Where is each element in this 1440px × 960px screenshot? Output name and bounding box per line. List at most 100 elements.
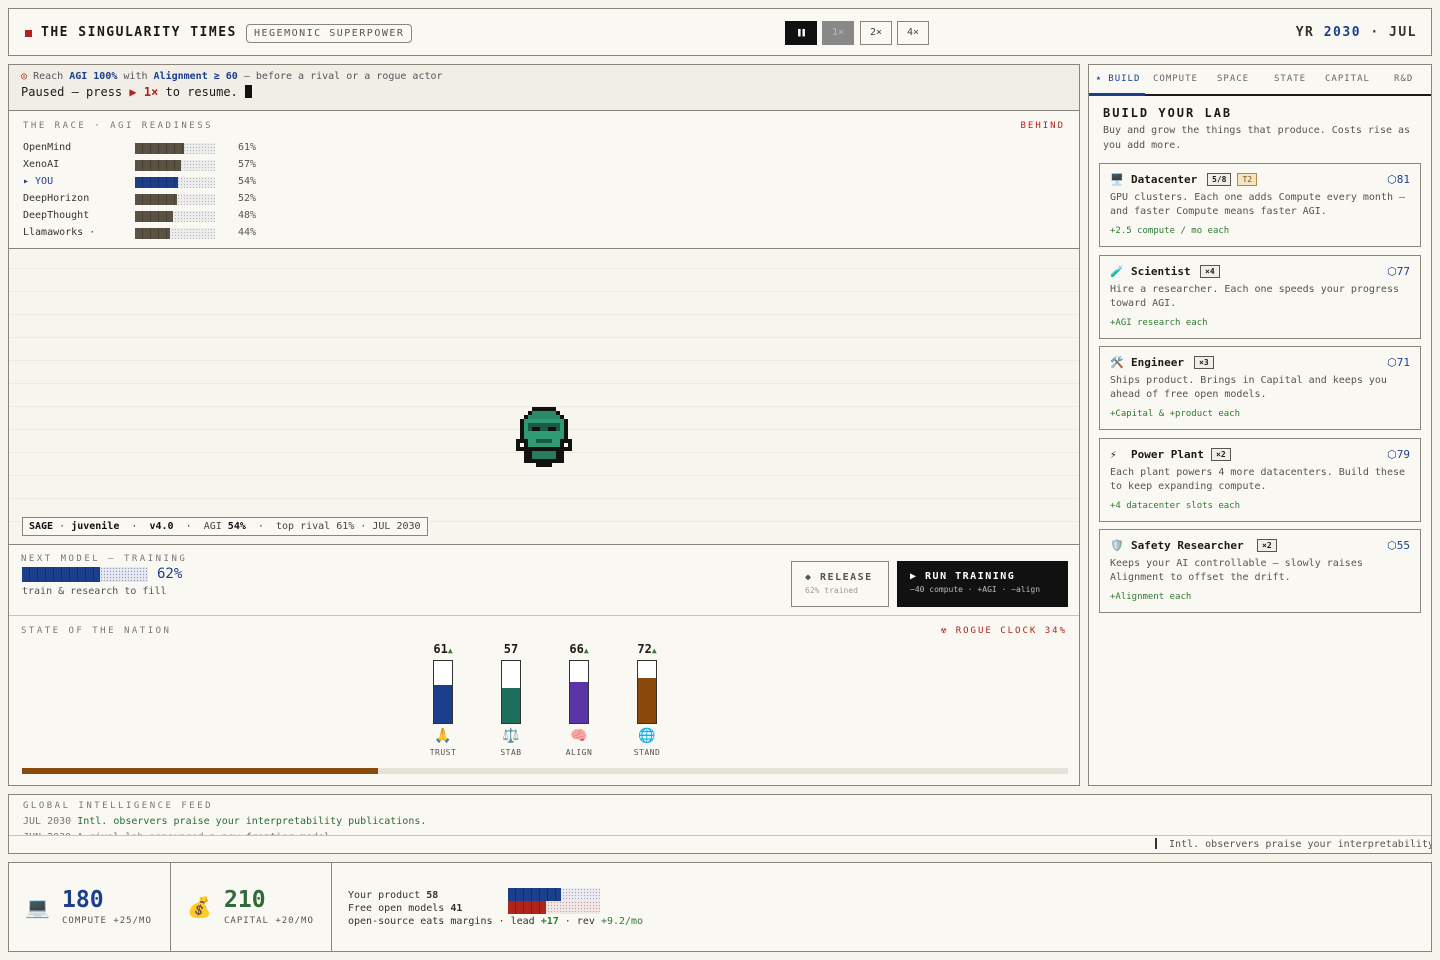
separator: · bbox=[179, 521, 198, 532]
gauge-tube bbox=[433, 660, 453, 724]
objective-word: with bbox=[123, 71, 148, 82]
speed-1x-button[interactable]: 1× bbox=[822, 21, 854, 45]
card-cost[interactable]: ⬡81 bbox=[1387, 173, 1410, 186]
model-version: v4.0 bbox=[149, 521, 174, 532]
gauge-fill bbox=[570, 682, 588, 723]
race-row-percent: 61% bbox=[238, 142, 257, 153]
release-button[interactable]: ◆ RELEASE 62% trained bbox=[791, 561, 889, 607]
build-card-power-plant[interactable]: ⚡ Power Plant ×2 ⬡79 Each plant powers 4 mor… bbox=[1099, 437, 1421, 522]
market-share-bars bbox=[508, 888, 600, 914]
open-models-value: 41 bbox=[450, 903, 463, 914]
race-title: THE RACE · AGI READINESS bbox=[23, 121, 214, 131]
revenue-value: +9.2/mo bbox=[600, 916, 644, 927]
feed-item-message: Intl. observers praise your interpretabi… bbox=[77, 816, 427, 827]
race-row-fill bbox=[135, 228, 171, 239]
training-progress-bar bbox=[22, 567, 148, 582]
card-description: Ships product. Brings in Capital and kee… bbox=[1110, 375, 1387, 400]
news-ticker: Intl. observers praise your interpretabi… bbox=[1155, 838, 1431, 850]
sidebar-title: BUILD YOUR LAB bbox=[1103, 106, 1233, 120]
paused-key: ▶ 1× bbox=[129, 85, 159, 99]
tab-compute[interactable]: COMPUTE bbox=[1153, 74, 1198, 84]
feed-divider bbox=[9, 835, 1431, 836]
header: THE SINGULARITY TIMES HEGEMONIC SUPERPOW… bbox=[8, 8, 1432, 56]
gauge-number: 61 bbox=[433, 642, 448, 656]
race-row-name: ▸ YOU bbox=[23, 176, 54, 187]
gauge-label: STAND bbox=[633, 748, 661, 757]
trust-icon: 🙏 bbox=[434, 728, 452, 744]
engineer-icon: 🛠️ bbox=[1110, 356, 1124, 369]
gauge-value: 66▲ bbox=[559, 642, 599, 656]
race-row-name: DeepThought bbox=[23, 210, 90, 221]
capital-stat: 💰 210 CAPITAL +20/MO bbox=[171, 863, 332, 951]
race-row-bar bbox=[135, 143, 215, 154]
lead-label: lead bbox=[510, 916, 535, 927]
text-cursor bbox=[245, 85, 253, 98]
date-prefix: YR bbox=[1295, 25, 1315, 40]
card-name: Engineer bbox=[1131, 356, 1184, 369]
card-name: Power Plant bbox=[1131, 447, 1204, 461]
logo-icon bbox=[25, 30, 32, 37]
card-tier-badge: T2 bbox=[1237, 173, 1258, 186]
run-training-button[interactable]: ▶ RUN TRAINING −40 compute · +AGI · −ali… bbox=[897, 561, 1068, 607]
model-name: SAGE bbox=[29, 521, 54, 532]
race-status: BEHIND bbox=[1020, 121, 1065, 131]
gauge-fill bbox=[434, 685, 452, 723]
compute-stat: 💻 180 COMPUTE +25/MO bbox=[9, 863, 171, 951]
tab-build[interactable]: ⭑ BUILD bbox=[1096, 74, 1140, 84]
card-badges: ×2 bbox=[1257, 539, 1277, 552]
separator: · bbox=[59, 521, 66, 532]
capital-value: 210 bbox=[224, 887, 266, 913]
card-cost[interactable]: ⬡55 bbox=[1387, 539, 1410, 552]
product-label: Your product bbox=[348, 890, 421, 901]
objective-word: — before a rival or a rogue actor bbox=[243, 71, 443, 82]
card-description: Keeps your AI controllable — slowly rais… bbox=[1110, 558, 1363, 583]
card-badges: 5/8 T2 bbox=[1207, 173, 1258, 186]
year-progress-fill bbox=[22, 768, 378, 774]
card-cost[interactable]: ⬡71 bbox=[1387, 356, 1410, 369]
card-count-badge: ×2 bbox=[1257, 539, 1277, 552]
tab-r&d[interactable]: R&D bbox=[1394, 74, 1413, 84]
compute-label: COMPUTE +25/MO bbox=[62, 916, 152, 926]
tab-state[interactable]: STATE bbox=[1274, 74, 1306, 84]
run-training-label: ▶ RUN TRAINING bbox=[910, 571, 1016, 582]
race-row: OpenMind 61% bbox=[23, 140, 423, 156]
gauge-tube bbox=[501, 660, 521, 724]
card-cost[interactable]: ⬡79 bbox=[1387, 448, 1410, 461]
sage-sprite-icon[interactable] bbox=[516, 407, 572, 471]
tab-bar: ⭑ BUILD COMPUTE SPACE STATE CAPITAL R&D bbox=[1089, 65, 1431, 96]
card-badges: ×3 bbox=[1194, 356, 1214, 369]
main-panel: ◎ Reach AGI 100% with Alignment ≥ 60 — b… bbox=[8, 64, 1080, 786]
build-card-datacenter[interactable]: 🖥️ Datacenter 5/8 T2 ⬡81 GPU clusters. Each o… bbox=[1099, 163, 1421, 247]
speed-4x-button[interactable]: 4× bbox=[897, 21, 929, 45]
race-row: DeepThought 48% bbox=[23, 208, 423, 224]
capital-label: CAPITAL +20/MO bbox=[224, 916, 314, 926]
lead-value: +17 bbox=[540, 916, 559, 927]
training-progress-fill bbox=[22, 567, 101, 582]
speed-2x-button[interactable]: 2× bbox=[860, 21, 892, 45]
race-row-name: XenoAI bbox=[23, 159, 60, 170]
separator: · bbox=[251, 521, 270, 532]
safety-researcher-icon: 🛡️ bbox=[1110, 539, 1124, 552]
date-month: JUL bbox=[1389, 25, 1417, 40]
race-row: ▸ YOU 54% bbox=[23, 174, 423, 190]
target-icon: ◎ bbox=[21, 71, 28, 82]
tab-capital[interactable]: CAPITAL bbox=[1325, 74, 1370, 84]
build-card-scientist[interactable]: 🧪 Scientist ×4 ⬡77 Hire a researcher. Each o… bbox=[1099, 254, 1421, 339]
date-year: 2030 bbox=[1323, 25, 1362, 40]
tab-space[interactable]: SPACE bbox=[1217, 74, 1249, 84]
race-row-name: DeepHorizon bbox=[23, 193, 90, 204]
pause-button[interactable]: ❚❚ bbox=[785, 21, 817, 45]
build-card-safety-researcher[interactable]: 🛡️ Safety Researcher ×2 ⬡55 Keeps your AI co… bbox=[1099, 529, 1421, 613]
card-badges: ×2 bbox=[1211, 447, 1231, 461]
race-row-percent: 48% bbox=[238, 210, 257, 221]
build-card-engineer[interactable]: 🛠️ Engineer ×3 ⬡71 Ships product. Brings in … bbox=[1099, 346, 1421, 430]
card-cost[interactable]: ⬡77 bbox=[1387, 265, 1410, 278]
revenue-label: · rev bbox=[564, 916, 595, 927]
race-row-fill bbox=[135, 194, 177, 205]
release-sublabel: 62% trained bbox=[805, 586, 858, 595]
model-date: JUL 2030 bbox=[372, 521, 421, 532]
active-tab-indicator bbox=[1089, 93, 1145, 96]
gauge-number: 66 bbox=[569, 642, 584, 656]
release-label: ◆ RELEASE bbox=[805, 572, 873, 583]
open-models-label: Free open models bbox=[348, 903, 445, 914]
